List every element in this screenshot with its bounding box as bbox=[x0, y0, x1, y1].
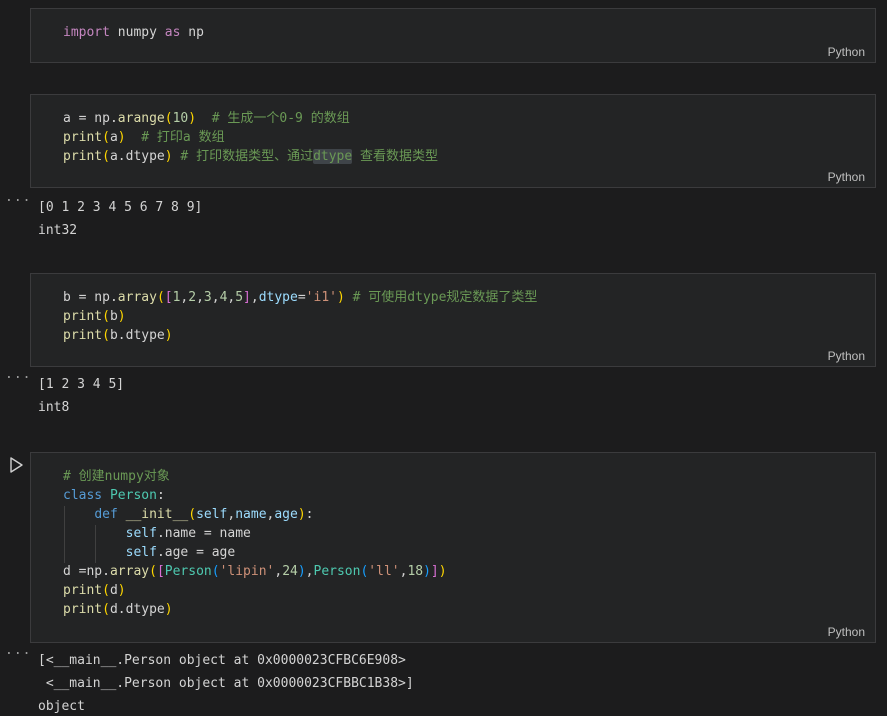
run-cell-button[interactable] bbox=[6, 455, 26, 477]
code-cell-3[interactable]: b = np.array([1,2,3,4,5],dtype='i1') # 可… bbox=[30, 273, 876, 367]
cell-editor[interactable]: b = np.array([1,2,3,4,5],dtype='i1') # 可… bbox=[31, 274, 875, 345]
code-line: def __init__(self,name,age): bbox=[94, 507, 314, 522]
output-line: [1 2 3 4 5] bbox=[38, 377, 125, 392]
language-picker[interactable]: Python bbox=[828, 349, 865, 363]
code-line: print(d.dtype) bbox=[63, 602, 173, 617]
output-text: [1 2 3 4 5] int8 bbox=[38, 373, 124, 419]
output-line: [<__main__.Person object at 0x0000023CFB… bbox=[38, 653, 406, 668]
cell-output-2: ... [1 2 3 4 5] int8 bbox=[5, 367, 124, 419]
cell-editor[interactable]: import numpy as np bbox=[31, 9, 875, 42]
notebook-editor: import numpy as np Python a = np.arange(… bbox=[0, 0, 887, 716]
cell-editor[interactable]: a = np.arange(10) # 生成一个0-9 的数组 print(a) … bbox=[31, 95, 875, 166]
output-options-button[interactable]: ... bbox=[5, 367, 31, 382]
code-line: print(b.dtype) bbox=[63, 328, 173, 343]
code-line: b = np.array([1,2,3,4,5],dtype='i1') # 可… bbox=[63, 290, 538, 305]
code-line: print(d) bbox=[63, 583, 126, 598]
output-text: [0 1 2 3 4 5 6 7 8 9] int32 bbox=[38, 196, 202, 242]
cell-editor[interactable]: # 创建numpy对象 class Person: def __init__(se… bbox=[31, 453, 875, 619]
output-line: <__main__.Person object at 0x0000023CFBB… bbox=[38, 676, 414, 691]
language-picker[interactable]: Python bbox=[828, 170, 865, 184]
output-text: [<__main__.Person object at 0x0000023CFB… bbox=[38, 649, 414, 716]
cell-output-3: ... [<__main__.Person object at 0x000002… bbox=[5, 643, 414, 716]
output-line: int8 bbox=[38, 400, 70, 415]
code-line: import numpy as np bbox=[63, 25, 204, 40]
output-line: int32 bbox=[38, 223, 78, 238]
code-cell-4[interactable]: # 创建numpy对象 class Person: def __init__(se… bbox=[30, 452, 876, 643]
language-picker[interactable]: Python bbox=[828, 45, 865, 59]
code-cell-2[interactable]: a = np.arange(10) # 生成一个0-9 的数组 print(a) … bbox=[30, 94, 876, 188]
code-line: # 创建numpy对象 bbox=[63, 469, 170, 484]
code-line: self.name = name bbox=[125, 526, 251, 541]
code-cell-1[interactable]: import numpy as np Python bbox=[30, 8, 876, 63]
code-line: class Person: bbox=[63, 488, 165, 503]
output-options-button[interactable]: ... bbox=[5, 643, 31, 658]
code-line: print(a) # 打印a 数组 bbox=[63, 130, 225, 145]
code-line: print(a.dtype) # 打印数据类型、通过dtype 查看数据类型 bbox=[63, 149, 439, 164]
code-line: a = np.arange(10) # 生成一个0-9 的数组 bbox=[63, 111, 350, 126]
output-line: object bbox=[38, 699, 85, 714]
code-line: d =np.array([Person('lipin',24),Person('… bbox=[63, 564, 447, 579]
output-options-button[interactable]: ... bbox=[5, 190, 31, 205]
code-line: self.age = age bbox=[125, 545, 236, 560]
language-picker[interactable]: Python bbox=[828, 625, 865, 639]
play-icon bbox=[10, 456, 23, 473]
cell-output-1: ... [0 1 2 3 4 5 6 7 8 9] int32 bbox=[5, 190, 202, 242]
output-line: [0 1 2 3 4 5 6 7 8 9] bbox=[38, 200, 203, 215]
code-line: print(b) bbox=[63, 309, 126, 324]
